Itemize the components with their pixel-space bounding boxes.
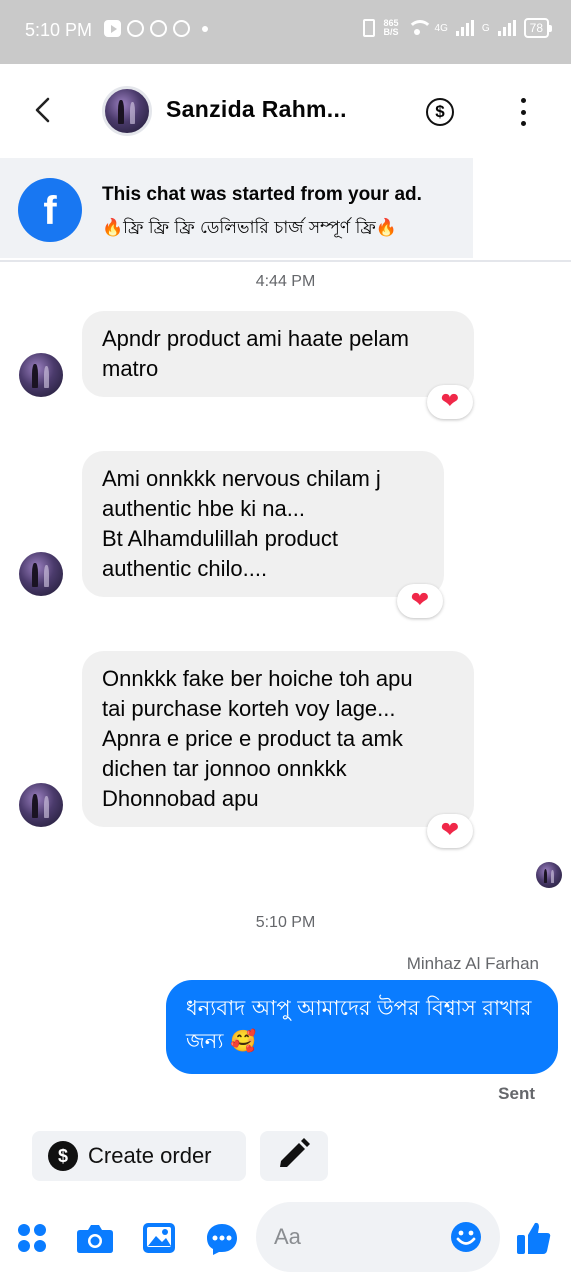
message-reaction[interactable]: ❤ [427,385,473,419]
ad-banner-title: This chat was started from your ad. [102,184,422,205]
messenger-notification-icon [150,20,167,37]
seen-indicator-avatar [536,862,562,888]
ad-context-banner[interactable]: f This chat was started from your ad. 🔥ফ… [0,158,473,258]
message-input-container[interactable] [256,1202,500,1272]
camera-icon[interactable] [76,1222,114,1254]
gallery-icon[interactable] [142,1222,176,1254]
dollar-icon: $ [435,102,445,121]
create-order-label: Create order [88,1143,212,1168]
signal-icon-2 [497,20,516,36]
network-speed: 865 B/S [383,18,399,37]
battery-icon: 78 [523,18,553,38]
message-input[interactable] [274,1220,444,1254]
ad-banner-subtitle: 🔥ফ্রি ফ্রি ফ্রি ডেলিভারি চার্জ সম্পূর্ণ … [102,218,397,238]
dot-icon [520,121,526,126]
create-order-button[interactable]: $ Create order [32,1131,246,1181]
sender-avatar[interactable] [19,552,63,596]
contact-name[interactable]: Sanzida Rahm... [166,96,347,123]
header-divider [0,260,571,262]
message-reaction[interactable]: ❤ [397,584,443,618]
grid-menu-icon[interactable] [16,1222,48,1254]
message-timestamp: 4:44 PM [255,273,316,290]
dollar-icon: $ [48,1141,78,1171]
payment-button[interactable]: $ [426,98,454,126]
pencil-icon [280,1138,310,1167]
status-right: 865 B/S 4G G 78 [363,18,553,38]
outgoing-message-bubble[interactable]: ধন্যবাদ আপু আমাদের উপর বিশ্বাস রাখার জন্… [166,980,558,1074]
heart-icon: ❤ [440,389,460,414]
signal-icon [455,20,474,36]
incoming-message-bubble[interactable]: Apndr product ami haate pelam matro [82,311,474,397]
chat-bubble-icon[interactable] [205,1222,239,1256]
app-notification-icon [127,20,144,37]
message-status: Sent [498,1084,535,1103]
sender-avatar[interactable] [19,783,63,827]
sender-avatar[interactable] [19,353,63,397]
wifi-icon [406,20,433,36]
incoming-message-bubble[interactable]: Ami onnkkk nervous chilam j authentic hb… [82,451,444,597]
message-composer [0,1196,571,1280]
whatsapp-icon [173,20,190,37]
back-button[interactable] [30,96,60,126]
more-notifications-dot [202,25,208,32]
edit-button[interactable] [260,1131,328,1181]
message-timestamp: 5:10 PM [255,914,316,931]
facebook-logo-icon: f [18,178,82,242]
youtube-icon [104,20,121,37]
more-options-button[interactable] [512,98,534,126]
network-g-label: G [481,22,490,34]
sender-name: Minhaz Al Farhan [406,954,539,973]
heart-icon: ❤ [410,588,430,613]
status-bar: 5:10 PM 865 B/S 4G G 78 [0,0,571,64]
vibrate-icon [363,19,376,37]
message-reaction[interactable]: ❤ [427,814,473,848]
network-4g-label: 4G [434,22,448,34]
chat-header: Sanzida Rahm... $ [0,64,571,158]
dot-icon [520,98,526,103]
emoji-icon[interactable] [450,1221,482,1253]
notification-icons [104,20,208,37]
status-time: 5:10 PM [25,20,93,40]
back-arrow-icon [35,97,50,123]
heart-icon: ❤ [440,818,460,843]
contact-avatar[interactable] [102,86,152,136]
like-thumbs-up-icon[interactable] [516,1220,552,1256]
dot-icon [520,109,526,115]
incoming-message-bubble[interactable]: Onnkkk fake ber hoiche toh apu tai purch… [82,651,474,827]
